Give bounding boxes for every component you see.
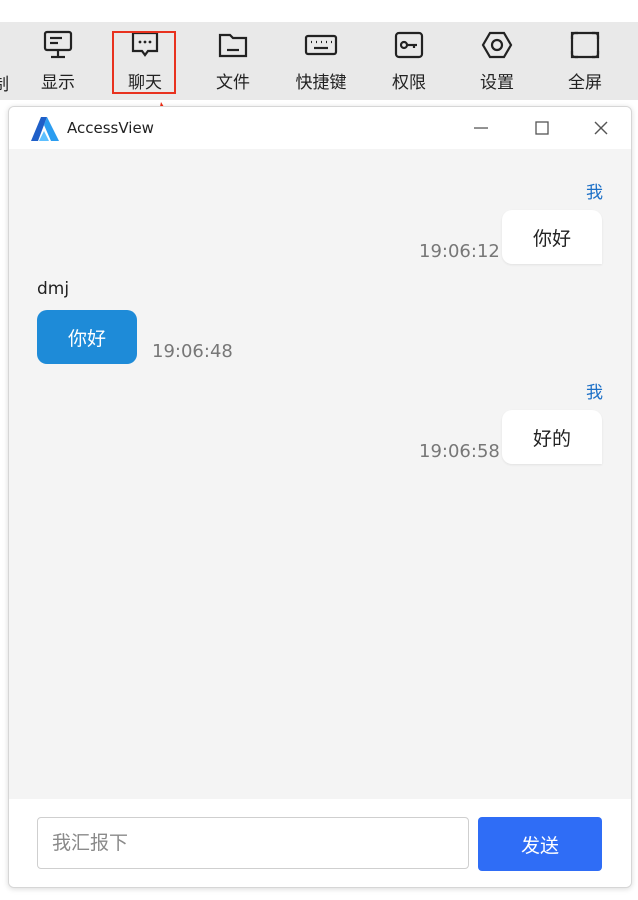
app-logo-icon [31, 117, 59, 141]
folder-icon [216, 28, 250, 62]
fullscreen-icon [568, 28, 602, 62]
message-text: 你好 [532, 227, 571, 250]
maximize-button[interactable] [524, 113, 560, 143]
composer: 发送 [9, 799, 631, 887]
toolbar-item-label: 快捷键 [295, 73, 347, 93]
settings-icon [480, 28, 514, 62]
message-time: 19:06:58 [419, 441, 500, 462]
toolbar-item-shortcuts[interactable]: 快捷键 [283, 28, 359, 94]
chat-window: AccessView 我 19:06:12 你好 dmj 你好 19:06:48… [8, 106, 632, 888]
message-bubble-outgoing: 好的 [502, 410, 602, 464]
message-time: 19:06:48 [152, 341, 233, 362]
close-icon [594, 121, 608, 135]
monitor-icon [41, 28, 75, 62]
toolbar-item-display[interactable]: 显示 [20, 28, 96, 94]
message-bubble-incoming: 你好 [37, 310, 137, 364]
toolbar-item-settings[interactable]: 设置 [459, 28, 535, 94]
toolbar-item-label: 文件 [216, 73, 250, 93]
message-sender-me: 我 [586, 383, 603, 403]
send-button[interactable]: 发送 [478, 817, 602, 871]
title-bar: AccessView [9, 107, 631, 149]
minimize-button[interactable] [463, 113, 499, 143]
toolbar-item-label: 设置 [480, 73, 514, 93]
keyboard-icon [304, 28, 338, 62]
partial-toolbar-label: 制 [0, 75, 9, 95]
message-sender-me: 我 [586, 183, 603, 203]
maximize-icon [535, 121, 549, 135]
message-input[interactable] [37, 817, 469, 869]
toolbar-item-fullscreen[interactable]: 全屏 [547, 28, 623, 94]
toolbar-item-label: 权限 [392, 73, 426, 93]
toolbar-item-label: 全屏 [568, 73, 602, 93]
toolbar-item-files[interactable]: 文件 [195, 28, 271, 94]
top-strip [0, 0, 638, 22]
window-title: AccessView [67, 119, 154, 137]
message-sender: dmj [37, 279, 70, 299]
toolbar-item-label: 显示 [41, 73, 75, 93]
message-text: 好的 [532, 427, 571, 450]
message-text: 你好 [67, 327, 106, 350]
key-icon [392, 28, 426, 62]
message-bubble-outgoing: 你好 [502, 210, 602, 264]
highlight-box [112, 31, 176, 94]
close-button[interactable] [583, 113, 619, 143]
toolbar-item-permissions[interactable]: 权限 [371, 28, 447, 94]
minimize-icon [474, 127, 488, 129]
message-time: 19:06:12 [419, 241, 500, 262]
